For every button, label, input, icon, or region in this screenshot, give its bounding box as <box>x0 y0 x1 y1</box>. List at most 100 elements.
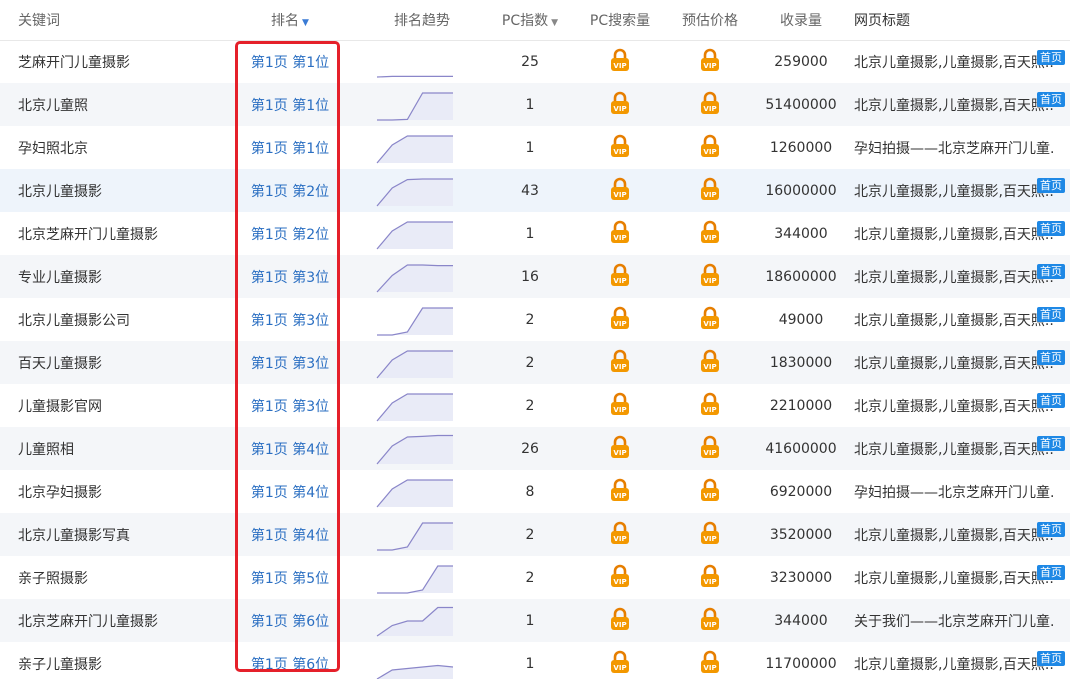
pc-search-cell[interactable]: VIP <box>574 556 666 599</box>
page-title-cell[interactable]: 关于我们——北京芝麻开门儿童... <box>848 599 1070 642</box>
vip-lock-icon[interactable]: VIP <box>609 177 631 205</box>
vip-lock-icon[interactable]: VIP <box>699 521 721 549</box>
vip-lock-icon[interactable]: VIP <box>699 478 721 506</box>
page-title-link[interactable]: 关于我们——北京芝麻开门儿童... <box>854 611 1054 631</box>
vip-lock-icon[interactable]: VIP <box>699 134 721 162</box>
price-cell[interactable]: VIP <box>666 212 754 255</box>
page-title-link[interactable]: 北京儿童摄影,儿童摄影,百天照... <box>854 568 1054 588</box>
vip-lock-icon[interactable]: VIP <box>609 349 631 377</box>
pc-search-cell[interactable]: VIP <box>574 212 666 255</box>
vip-lock-icon[interactable]: VIP <box>699 607 721 635</box>
vip-lock-icon[interactable]: VIP <box>609 48 631 76</box>
rank-link[interactable]: 第1页 第3位 <box>222 341 358 384</box>
rank-link[interactable]: 第1页 第4位 <box>222 470 358 513</box>
price-cell[interactable]: VIP <box>666 556 754 599</box>
page-title-link[interactable]: 北京儿童摄影,儿童摄影,百天照... <box>854 95 1054 115</box>
vip-lock-icon[interactable]: VIP <box>699 435 721 463</box>
page-title-cell[interactable]: 北京儿童摄影,儿童摄影,百天照... 首页 <box>848 427 1070 470</box>
price-cell[interactable]: VIP <box>666 470 754 513</box>
price-cell[interactable]: VIP <box>666 384 754 427</box>
page-title-cell[interactable]: 北京儿童摄影,儿童摄影,百天照... 首页 <box>848 341 1070 384</box>
pc-search-cell[interactable]: VIP <box>574 427 666 470</box>
page-title-link[interactable]: 北京儿童摄影,儿童摄影,百天照... <box>854 396 1054 416</box>
vip-lock-icon[interactable]: VIP <box>609 435 631 463</box>
price-cell[interactable]: VIP <box>666 427 754 470</box>
pc-search-cell[interactable]: VIP <box>574 341 666 384</box>
page-title-cell[interactable]: 孕妇拍摄——北京芝麻开门儿童... <box>848 470 1070 513</box>
page-title-cell[interactable]: 北京儿童摄影,儿童摄影,百天照... 首页 <box>848 556 1070 599</box>
pc-search-cell[interactable]: VIP <box>574 384 666 427</box>
page-title-cell[interactable]: 北京儿童摄影,儿童摄影,百天照... 首页 <box>848 40 1070 83</box>
vip-lock-icon[interactable]: VIP <box>699 650 721 678</box>
price-cell[interactable]: VIP <box>666 599 754 642</box>
vip-lock-icon[interactable]: VIP <box>699 220 721 248</box>
rank-link[interactable]: 第1页 第4位 <box>222 513 358 556</box>
vip-lock-icon[interactable]: VIP <box>699 177 721 205</box>
rank-link[interactable]: 第1页 第5位 <box>222 556 358 599</box>
rank-link[interactable]: 第1页 第3位 <box>222 255 358 298</box>
rank-link[interactable]: 第1页 第1位 <box>222 40 358 83</box>
pc-search-cell[interactable]: VIP <box>574 298 666 341</box>
vip-lock-icon[interactable]: VIP <box>609 392 631 420</box>
pc-search-cell[interactable]: VIP <box>574 40 666 83</box>
pc-search-cell[interactable]: VIP <box>574 599 666 642</box>
rank-link[interactable]: 第1页 第2位 <box>222 212 358 255</box>
page-title-link[interactable]: 孕妇拍摄——北京芝麻开门儿童... <box>854 482 1054 502</box>
vip-lock-icon[interactable]: VIP <box>609 478 631 506</box>
vip-lock-icon[interactable]: VIP <box>609 521 631 549</box>
vip-lock-icon[interactable]: VIP <box>609 134 631 162</box>
vip-lock-icon[interactable]: VIP <box>609 220 631 248</box>
page-title-link[interactable]: 北京儿童摄影,儿童摄影,百天照... <box>854 310 1054 330</box>
rank-link[interactable]: 第1页 第4位 <box>222 427 358 470</box>
price-cell[interactable]: VIP <box>666 126 754 169</box>
rank-link[interactable]: 第1页 第6位 <box>222 642 358 679</box>
vip-lock-icon[interactable]: VIP <box>699 392 721 420</box>
rank-link[interactable]: 第1页 第2位 <box>222 169 358 212</box>
page-title-link[interactable]: 孕妇拍摄——北京芝麻开门儿童... <box>854 138 1054 158</box>
rank-link[interactable]: 第1页 第1位 <box>222 83 358 126</box>
page-title-cell[interactable]: 北京儿童摄影,儿童摄影,百天照... 首页 <box>848 169 1070 212</box>
pc-search-cell[interactable]: VIP <box>574 513 666 556</box>
price-cell[interactable]: VIP <box>666 255 754 298</box>
header-pc-index[interactable]: PC指数 ▼ <box>486 0 574 41</box>
sort-down-icon[interactable]: ▼ <box>551 18 558 28</box>
rank-link[interactable]: 第1页 第6位 <box>222 599 358 642</box>
rank-link[interactable]: 第1页 第1位 <box>222 126 358 169</box>
page-title-link[interactable]: 北京儿童摄影,儿童摄影,百天照... <box>854 181 1054 201</box>
page-title-link[interactable]: 北京儿童摄影,儿童摄影,百天照... <box>854 439 1054 459</box>
sort-down-icon[interactable]: ▼ <box>302 18 309 28</box>
page-title-cell[interactable]: 北京儿童摄影,儿童摄影,百天照... 首页 <box>848 83 1070 126</box>
price-cell[interactable]: VIP <box>666 642 754 679</box>
page-title-cell[interactable]: 北京儿童摄影,儿童摄影,百天照... 首页 <box>848 298 1070 341</box>
page-title-cell[interactable]: 北京儿童摄影,儿童摄影,百天照... 首页 <box>848 513 1070 556</box>
header-rank[interactable]: 排名 ▼ <box>222 0 358 41</box>
page-title-link[interactable]: 北京儿童摄影,儿童摄影,百天照... <box>854 353 1054 373</box>
vip-lock-icon[interactable]: VIP <box>609 263 631 291</box>
page-title-cell[interactable]: 北京儿童摄影,儿童摄影,百天照... 首页 <box>848 384 1070 427</box>
vip-lock-icon[interactable]: VIP <box>699 48 721 76</box>
vip-lock-icon[interactable]: VIP <box>609 306 631 334</box>
vip-lock-icon[interactable]: VIP <box>609 564 631 592</box>
page-title-link[interactable]: 北京儿童摄影,儿童摄影,百天照... <box>854 525 1054 545</box>
vip-lock-icon[interactable]: VIP <box>609 91 631 119</box>
vip-lock-icon[interactable]: VIP <box>699 564 721 592</box>
vip-lock-icon[interactable]: VIP <box>699 263 721 291</box>
page-title-cell[interactable]: 北京儿童摄影,儿童摄影,百天照... 首页 <box>848 212 1070 255</box>
page-title-cell[interactable]: 北京儿童摄影,儿童摄影,百天照... 首页 <box>848 255 1070 298</box>
page-title-cell[interactable]: 孕妇拍摄——北京芝麻开门儿童... <box>848 126 1070 169</box>
pc-search-cell[interactable]: VIP <box>574 126 666 169</box>
pc-search-cell[interactable]: VIP <box>574 642 666 679</box>
rank-link[interactable]: 第1页 第3位 <box>222 298 358 341</box>
price-cell[interactable]: VIP <box>666 298 754 341</box>
page-title-link[interactable]: 北京儿童摄影,儿童摄影,百天照... <box>854 224 1054 244</box>
vip-lock-icon[interactable]: VIP <box>699 349 721 377</box>
price-cell[interactable]: VIP <box>666 169 754 212</box>
page-title-link[interactable]: 北京儿童摄影,儿童摄影,百天照... <box>854 52 1054 72</box>
pc-search-cell[interactable]: VIP <box>574 255 666 298</box>
price-cell[interactable]: VIP <box>666 513 754 556</box>
vip-lock-icon[interactable]: VIP <box>699 306 721 334</box>
vip-lock-icon[interactable]: VIP <box>609 650 631 678</box>
vip-lock-icon[interactable]: VIP <box>699 91 721 119</box>
price-cell[interactable]: VIP <box>666 341 754 384</box>
pc-search-cell[interactable]: VIP <box>574 470 666 513</box>
